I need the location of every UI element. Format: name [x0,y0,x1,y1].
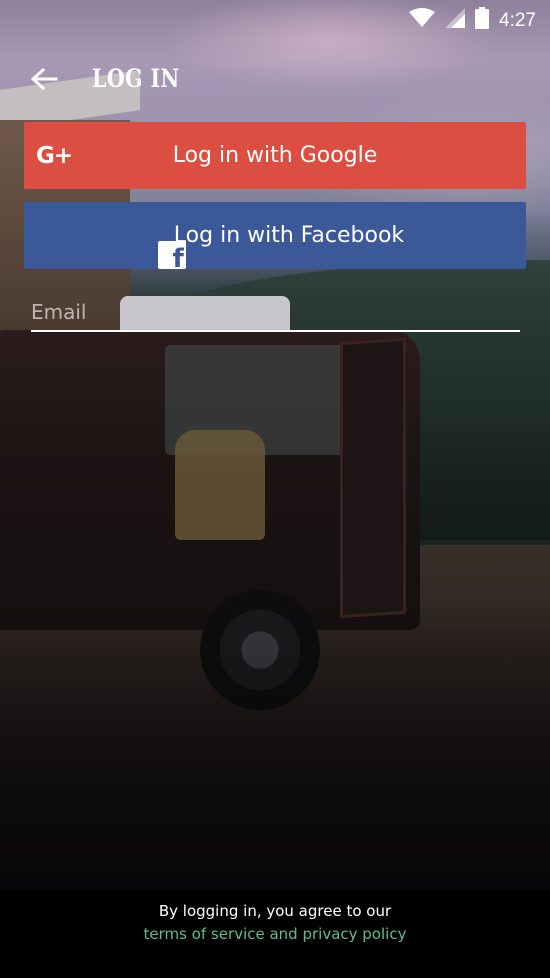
header: LOG IN [0,58,550,102]
terms-link[interactable]: terms of service and privacy policy [0,925,550,943]
facebook-login-label: Log in with Facebook [173,223,405,248]
google-login-label: Log in with Google [172,143,378,168]
login-screen: 4:27 LOG IN G+ Log in with Google f Log … [0,0,550,978]
arrow-left-icon [30,67,58,96]
back-button[interactable] [26,64,62,98]
status-bar: 4:27 [0,0,550,38]
footer: By logging in, you agree to our terms of… [0,890,550,978]
battery-icon [475,7,490,34]
facebook-login-button[interactable]: f Log in with Facebook [24,202,526,269]
agreement-text: By logging in, you agree to our [158,902,392,920]
wifi-icon [409,8,436,33]
google-login-button[interactable]: G+ Log in with Google [24,122,526,189]
facebook-icon: f [157,241,186,269]
page-title: LOG IN [92,64,180,93]
cell-signal-icon [445,8,466,33]
status-time: 4:27 [499,9,536,31]
google-plus-icon: G+ [36,142,73,169]
email-field[interactable] [31,298,520,332]
